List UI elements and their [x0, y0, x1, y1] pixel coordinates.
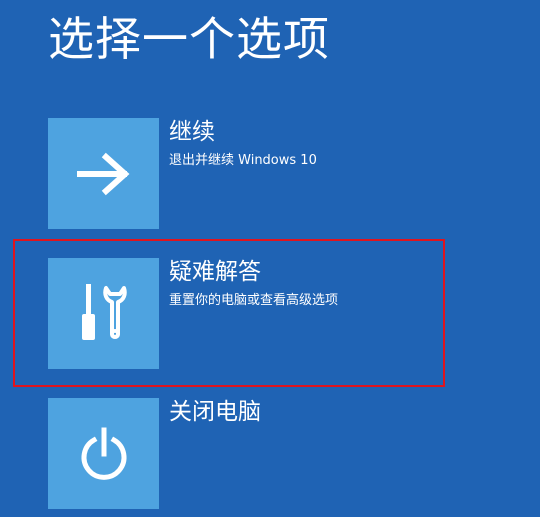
shutdown-option[interactable]: 关闭电脑: [48, 398, 468, 510]
continue-tile[interactable]: [48, 118, 159, 229]
power-icon: [81, 427, 126, 480]
continue-description: 退出并继续 Windows 10: [169, 153, 317, 168]
tools-icon: [81, 283, 127, 340]
troubleshoot-option[interactable]: 疑难解答 重置你的电脑或查看高级选项: [48, 258, 468, 370]
troubleshoot-description: 重置你的电脑或查看高级选项: [169, 293, 339, 308]
shutdown-tile[interactable]: [48, 398, 159, 509]
arrow-right-icon: [76, 152, 129, 195]
troubleshoot-tile[interactable]: [48, 258, 159, 369]
troubleshoot-label: 疑难解答: [169, 259, 261, 285]
boot-options-screen: 选择一个选项 继续 退出并继续 Windows 10 疑难解答 重置你的电脑或查…: [0, 0, 540, 517]
continue-option[interactable]: 继续 退出并继续 Windows 10: [48, 118, 468, 230]
page-title: 选择一个选项: [48, 12, 330, 66]
continue-label: 继续: [169, 119, 215, 145]
shutdown-label: 关闭电脑: [169, 399, 261, 425]
